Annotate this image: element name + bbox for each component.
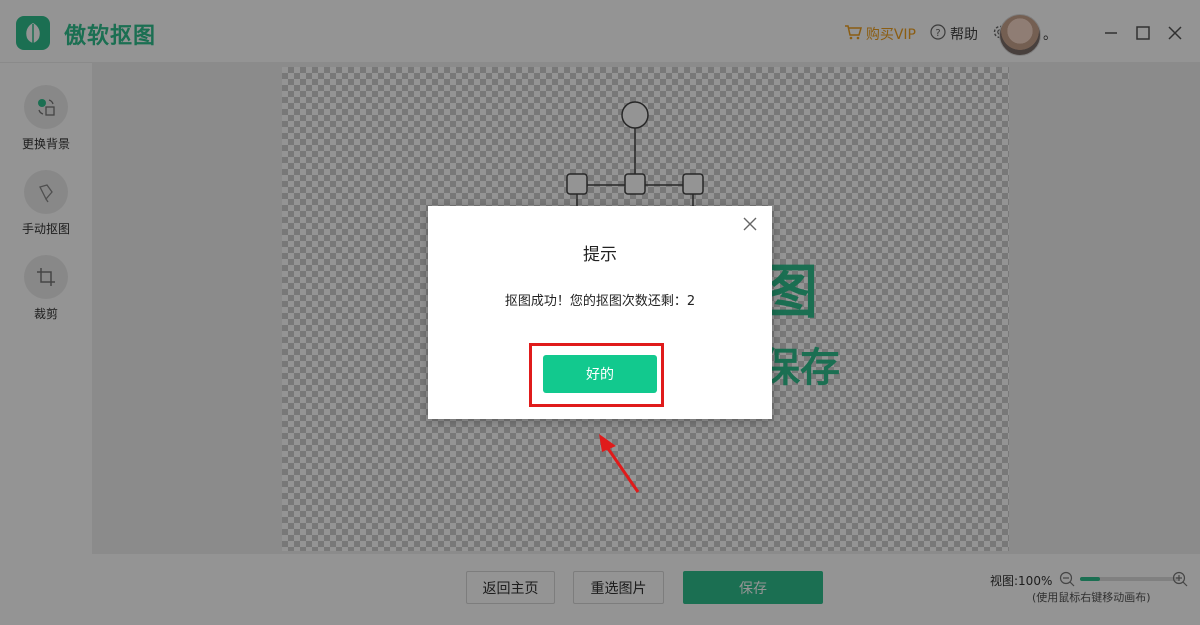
- dialog-close-button[interactable]: [740, 214, 760, 234]
- dialog-message: 抠图成功！您的抠图次数还剩：2: [504, 294, 696, 309]
- dialog-title: 提示: [583, 245, 617, 265]
- close-icon: [743, 217, 757, 231]
- app-window: 傲软抠图 购买VIP ? 帮助 设置 。: [0, 0, 1200, 625]
- annotation-highlight-box: [529, 343, 664, 407]
